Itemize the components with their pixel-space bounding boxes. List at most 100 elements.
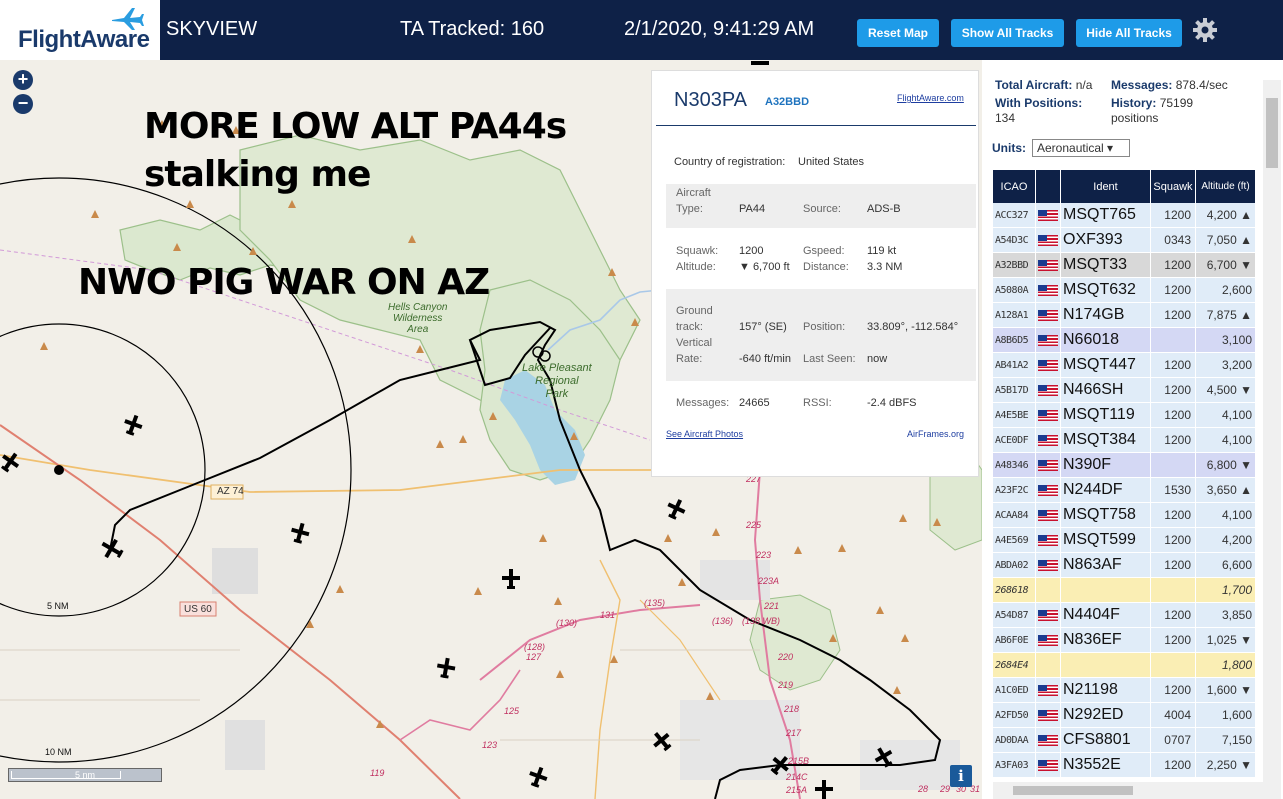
altitude-cell: 1,025 ▼ (1196, 628, 1256, 652)
flag-cell (1036, 703, 1061, 727)
table-row[interactable]: AD0DAA CFS8801 0707 7,150 (993, 728, 1256, 753)
table-row[interactable]: A128A1 N174GB 1200 7,875 ▲ (993, 303, 1256, 328)
ground-track-label: Ground (676, 305, 713, 317)
flag-cell (1036, 678, 1061, 702)
altitude-cell: 1,600 (1196, 703, 1256, 727)
hide-all-tracks-button[interactable]: Hide All Tracks (1076, 19, 1182, 47)
us-flag-icon (1038, 259, 1058, 271)
header-ident[interactable]: Ident (1061, 170, 1151, 203)
table-row[interactable]: A5080A MSQT632 1200 2,600 (993, 278, 1256, 303)
header-squawk[interactable]: Squawk (1151, 170, 1196, 203)
us-flag-icon (1038, 709, 1058, 721)
icao-cell: A4E5BE (993, 403, 1036, 427)
vertical-rate-label: Vertical (676, 337, 713, 349)
table-row[interactable]: A23F2C N244DF 1530 3,650 ▲ (993, 478, 1256, 503)
table-row[interactable]: A8B6D5 N66018 3,100 (993, 328, 1256, 353)
table-row[interactable]: 268618 1,700 (993, 578, 1256, 603)
scrollbar-thumb[interactable] (1266, 98, 1278, 168)
hscroll-thumb[interactable] (1013, 786, 1133, 795)
flag-cell (1036, 203, 1061, 227)
aircraft-list-panel: Total Aircraft: n/a Messages: 878.4/sec … (982, 60, 1283, 799)
squawk-cell: 1200 (1151, 428, 1196, 452)
squawk-cell: 0707 (1151, 728, 1196, 752)
icao-cell: A4E569 (993, 528, 1036, 552)
aircraft-photos-link[interactable]: See Aircraft Photos (666, 429, 743, 439)
squawk-label: Squawk: (676, 245, 719, 257)
with-positions: With Positions: (995, 96, 1082, 110)
altitude-cell: 6,700 ▼ (1196, 253, 1256, 277)
country-value: United States (798, 156, 865, 168)
table-row[interactable]: A4E5BE MSQT119 1200 4,100 (993, 403, 1256, 428)
ident-cell (1061, 653, 1151, 677)
us-flag-icon (1038, 209, 1058, 221)
table-row[interactable]: A54D87 N4404F 1200 3,850 (993, 603, 1256, 628)
table-row[interactable]: A2FD50 N292ED 4004 1,600 (993, 703, 1256, 728)
icao-cell: A8B6D5 (993, 328, 1036, 352)
header-icao[interactable]: ICAO (993, 170, 1036, 203)
ident-cell: MSQT765 (1061, 203, 1151, 227)
source-label: Source: (803, 203, 841, 215)
table-row[interactable]: A54D3C OXF393 0343 7,050 ▲ (993, 228, 1256, 253)
rssi-label: RSSI: (803, 397, 832, 409)
us-flag-icon (1038, 609, 1058, 621)
table-row[interactable]: AB6F0E N836EF 1200 1,025 ▼ (993, 628, 1256, 653)
flag-cell (1036, 353, 1061, 377)
squawk-cell (1151, 578, 1196, 602)
distance-value: 3.3 NM (867, 261, 903, 273)
table-row[interactable]: 2684E4 1,800 (993, 653, 1256, 678)
vertical-scrollbar[interactable] (1263, 80, 1281, 799)
flag-cell (1036, 628, 1061, 652)
table-row[interactable]: A3FA03 N3552E 1200 2,250 ▼ (993, 753, 1256, 778)
table-row[interactable]: A5B17D N466SH 1200 4,500 ▼ (993, 378, 1256, 403)
header-flag[interactable] (1036, 170, 1061, 203)
squawk-value: 1200 (739, 245, 764, 257)
us-flag-icon (1038, 409, 1058, 421)
horizontal-scrollbar[interactable] (993, 782, 1263, 799)
show-all-tracks-button[interactable]: Show All Tracks (951, 19, 1064, 47)
total-aircraft-label: Total Aircraft: (995, 78, 1073, 92)
ident-cell: MSQT119 (1061, 403, 1151, 427)
table-row[interactable]: ACE0DF MSQT384 1200 4,100 (993, 428, 1256, 453)
ident-cell: N836EF (1061, 628, 1151, 652)
flag-cell (1036, 478, 1061, 502)
table-row[interactable]: A4E569 MSQT599 1200 4,200 (993, 528, 1256, 553)
squawk-cell: 1200 (1151, 753, 1196, 777)
us-flag-icon (1038, 559, 1058, 571)
altitude-cell: 4,200 ▲ (1196, 203, 1256, 227)
road-number: (136) (712, 616, 734, 626)
flag-cell (1036, 303, 1061, 327)
squawk-cell (1151, 453, 1196, 477)
zoom-out-button[interactable]: − (13, 94, 33, 114)
altitude-cell: 2,250 ▼ (1196, 753, 1256, 777)
road-number: 220 (778, 652, 794, 662)
flightaware-logo[interactable]: FlightAware (0, 0, 160, 60)
units-select[interactable]: Aeronautical ▾ (1032, 139, 1130, 157)
ident-cell: N466SH (1061, 378, 1151, 402)
road-number: 217 (786, 728, 802, 738)
altitude-cell: 4,100 (1196, 403, 1256, 427)
table-row[interactable]: A1C0ED N21198 1200 1,600 ▼ (993, 678, 1256, 703)
zoom-in-button[interactable]: + (13, 70, 33, 90)
altitude-cell: 3,200 (1196, 353, 1256, 377)
flag-cell (1036, 328, 1061, 352)
road-number: 221 (764, 601, 780, 611)
table-row[interactable]: A48346 N390F 6,800 ▼ (993, 453, 1256, 478)
reset-map-button[interactable]: Reset Map (857, 19, 939, 47)
table-row[interactable]: ACC327 MSQT765 1200 4,200 ▲ (993, 203, 1256, 228)
table-row[interactable]: ACAA84 MSQT758 1200 4,100 (993, 503, 1256, 528)
header-altitude[interactable]: Altitude (ft) (1196, 170, 1256, 203)
squawk-cell: 1200 (1151, 553, 1196, 577)
map-info-button[interactable]: i (950, 765, 972, 787)
road-number: 28 (918, 784, 929, 794)
flag-cell (1036, 603, 1061, 627)
flightaware-link[interactable]: FlightAware.com (897, 93, 964, 103)
tracked-count: TA Tracked: 160 (400, 18, 545, 40)
table-row[interactable]: ABDA02 N863AF 1200 6,600 (993, 553, 1256, 578)
road-number: 127 (526, 652, 542, 662)
total-aircraft: Total Aircraft: n/a (995, 78, 1092, 92)
airframes-link[interactable]: AirFrames.org (907, 429, 964, 439)
table-row[interactable]: AB41A2 MSQT447 1200 3,200 (993, 353, 1256, 378)
table-row[interactable]: A32BBD MSQT33 1200 6,700 ▼ (993, 253, 1256, 278)
altitude-value: ▼ 6,700 ft (739, 261, 790, 273)
gear-icon[interactable] (1192, 17, 1218, 43)
